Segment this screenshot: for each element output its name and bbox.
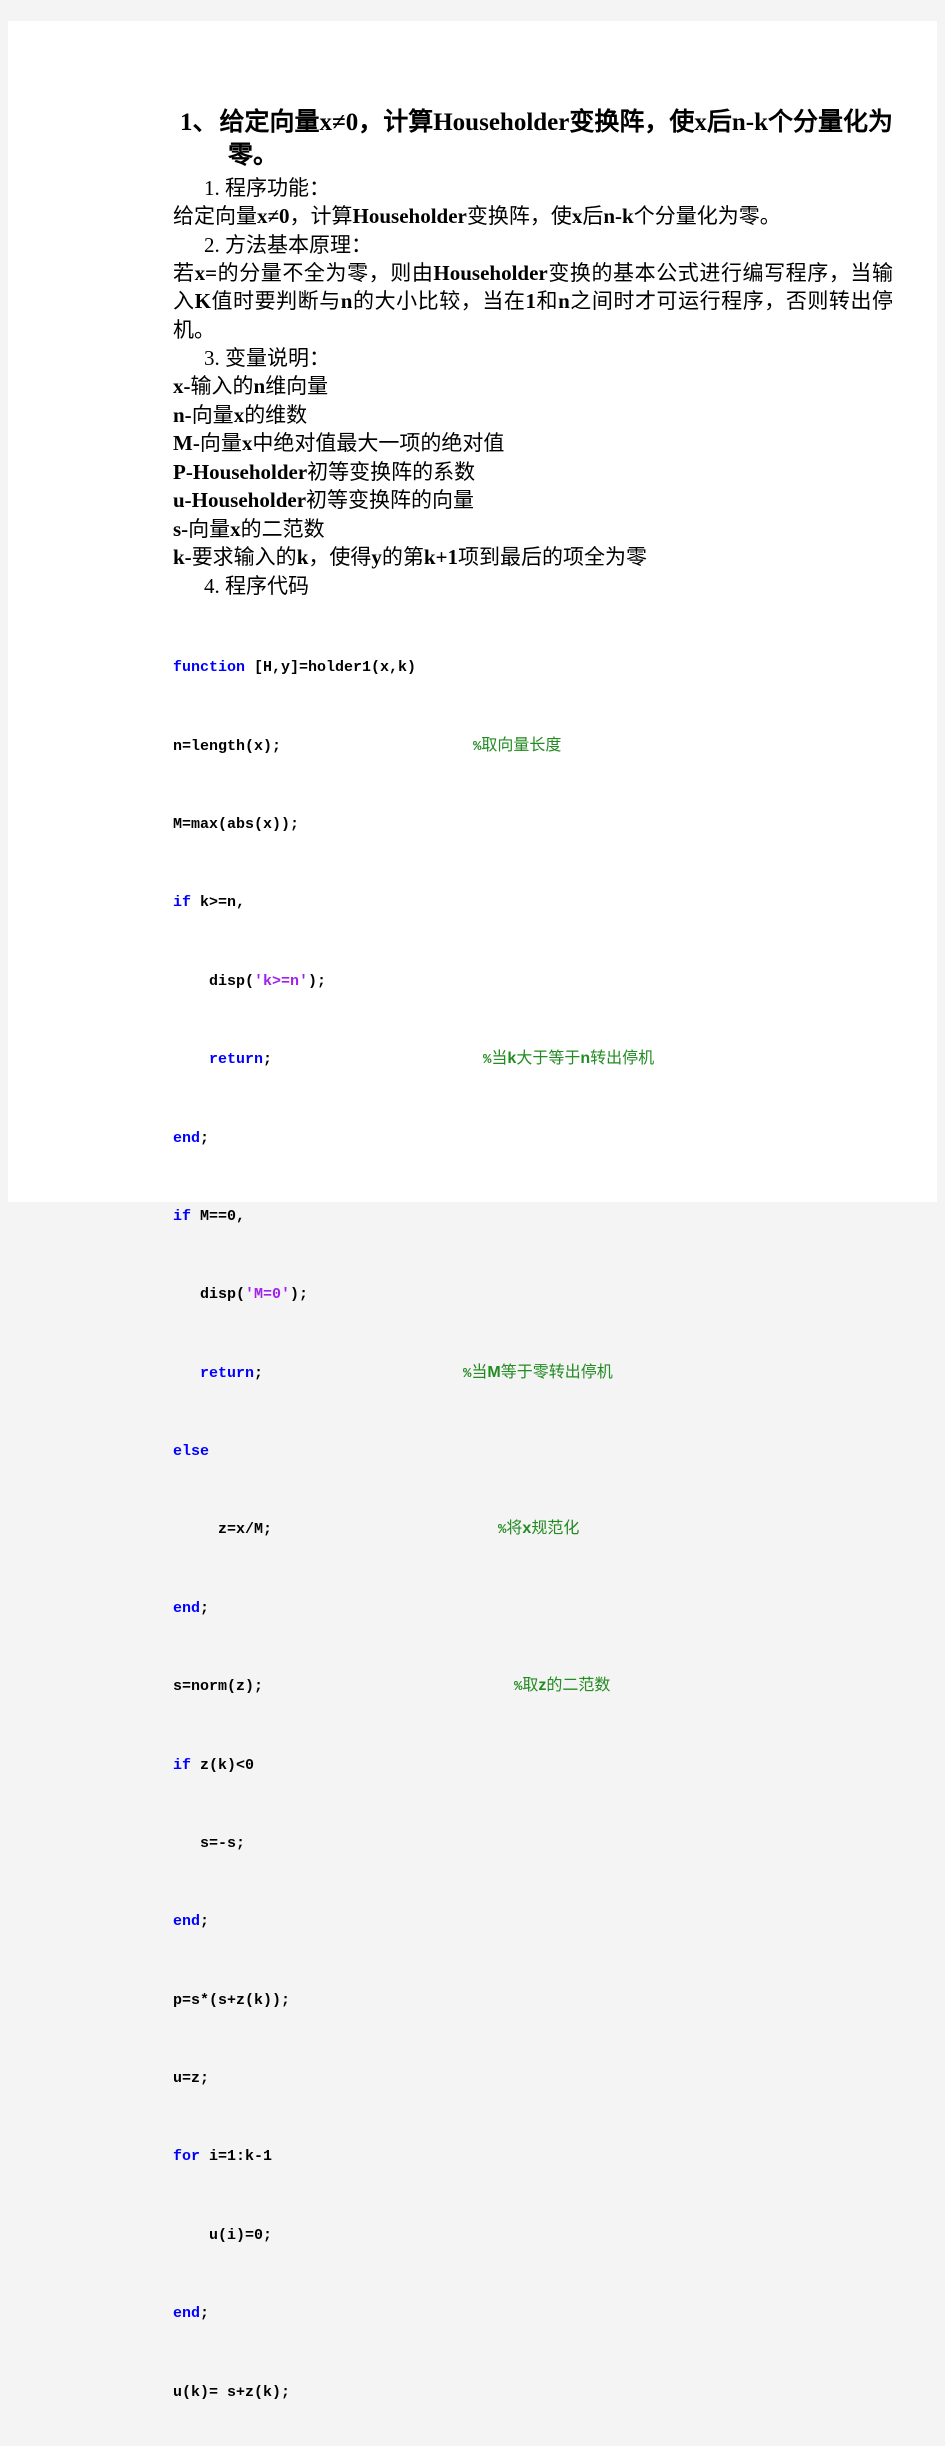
code-line: n=length(x);%取向量长度 — [173, 737, 893, 757]
code-line: for i=1:k-1 — [173, 2147, 893, 2167]
variable-line: s-向量x的二范数 — [173, 515, 893, 544]
code-line: u=z; — [173, 2069, 893, 2089]
function-paragraph: 给定向量x≠0，计算Householder变换阵，使x后n-k个分量化为零。 — [173, 202, 893, 231]
variable-line: P-Householder初等变换阵的系数 — [173, 458, 893, 487]
code-comment: %当M等于零转出停机 — [463, 1363, 613, 1385]
code-line: M=max(abs(x)); — [173, 815, 893, 835]
section-heading-2: 2. 方法基本原理： — [173, 231, 893, 259]
principle-paragraph: 若x=的分量不全为零，则由Householder变换的基本公式进行编写程序，当输… — [173, 259, 893, 345]
code-line: end; — [173, 1129, 893, 1149]
code-line: u(k)= s+z(k); — [173, 2383, 893, 2403]
variable-line: x-输入的n维向量 — [173, 372, 893, 401]
code-line: if z(k)<0 — [173, 1756, 893, 1776]
code-line: s=norm(z);%取z的二范数 — [173, 1677, 893, 1697]
code-line: disp('k>=n'); — [173, 972, 893, 992]
code-line: if k>=n, — [173, 893, 893, 913]
variable-line: M-向量x中绝对值最大一项的绝对值 — [173, 429, 893, 458]
variable-line: u-Householder初等变换阵的向量 — [173, 486, 893, 515]
document-page: 1、给定向量x≠0，计算Householder变换阵，使x后n-k个分量化为零。… — [8, 21, 937, 1202]
document-title-text: 给定向量x≠0，计算Householder变换阵，使x后n-k个分量化为零。 — [220, 109, 893, 169]
code-line: end; — [173, 1599, 893, 1619]
section-number-4: 4. — [204, 574, 220, 598]
variable-line: k-要求输入的k，使得y的第k+1项到最后的项全为零 — [173, 543, 893, 572]
code-line: return;%当k大于等于n转出停机 — [173, 1050, 893, 1070]
section-number-1: 1. — [204, 176, 220, 200]
section-label-3: 变量说明： — [225, 346, 330, 370]
section-heading-3: 3. 变量说明： — [173, 344, 893, 372]
code-line: z=x/M;%将x规范化 — [173, 1520, 893, 1540]
document-title: 1、给定向量x≠0，计算Householder变换阵，使x后n-k个分量化为零。 — [173, 106, 893, 172]
code-comment: %当k大于等于n转出停机 — [483, 1049, 654, 1071]
section-label-1: 程序功能： — [225, 176, 330, 200]
code-line: disp('M=0'); — [173, 1285, 893, 1305]
code-comment: %取向量长度 — [473, 736, 561, 758]
code-line: end; — [173, 2304, 893, 2324]
code-line: return;%当M等于零转出停机 — [173, 1364, 893, 1384]
section-label-2: 方法基本原理： — [225, 233, 372, 257]
document-title-number: 1、 — [180, 109, 218, 136]
code-line: p=s*(s+z(k)); — [173, 1991, 893, 2011]
code-block: function [H,y]=holder1(x,k) n=length(x);… — [173, 600, 893, 2446]
variable-line: n-向量x的维数 — [173, 401, 893, 430]
code-line: function [H,y]=holder1(x,k) — [173, 658, 893, 678]
code-line: u(i)=0; — [173, 2226, 893, 2246]
code-line: else — [173, 1442, 893, 1462]
code-line: if M==0, — [173, 1207, 893, 1227]
code-comment: %将x规范化 — [498, 1519, 579, 1541]
document-content: 1、给定向量x≠0，计算Householder变换阵，使x后n-k个分量化为零。… — [173, 106, 893, 2446]
section-label-4: 程序代码 — [225, 574, 309, 598]
section-heading-1: 1. 程序功能： — [173, 174, 893, 202]
section-heading-4: 4. 程序代码 — [173, 572, 893, 600]
code-comment: %取z的二范数 — [514, 1676, 610, 1698]
code-line: end; — [173, 1912, 893, 1932]
code-line: s=-s; — [173, 1834, 893, 1854]
section-number-2: 2. — [204, 233, 220, 257]
section-number-3: 3. — [204, 346, 220, 370]
